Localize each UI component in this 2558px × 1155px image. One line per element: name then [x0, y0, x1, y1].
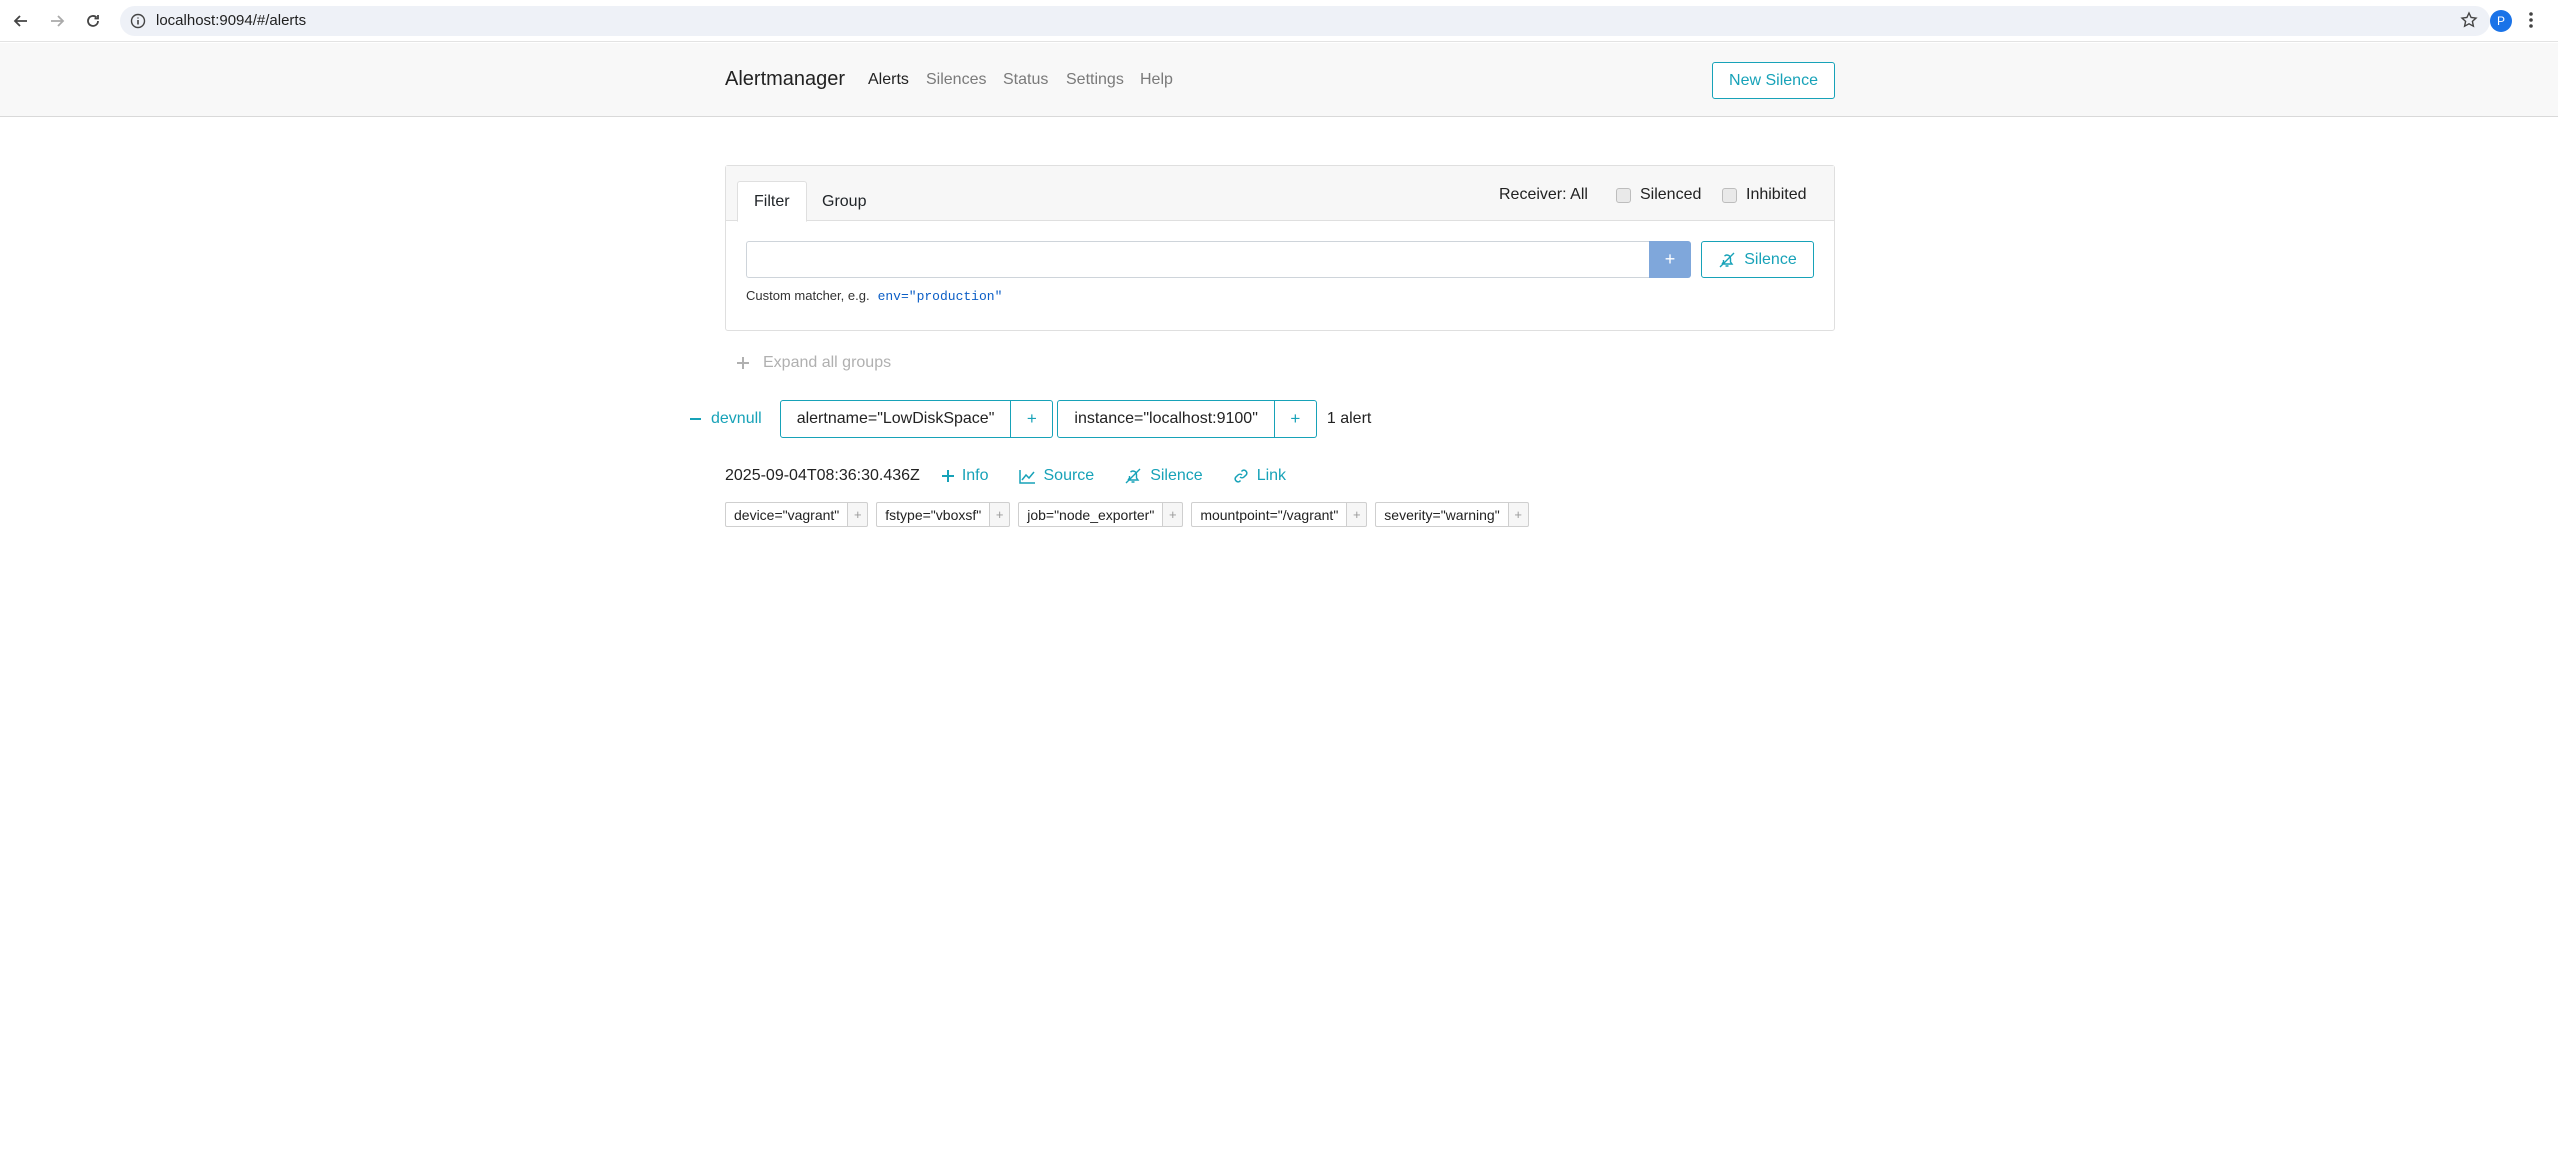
minus-icon [690, 418, 701, 420]
label-text[interactable]: job="node_exporter" [1018, 502, 1164, 527]
app-navbar: Alertmanager Alerts Silences Status Sett… [0, 43, 2558, 117]
back-icon[interactable] [10, 10, 32, 32]
label-tag-mountpoint: mountpoint="/vagrant" + [1191, 502, 1368, 527]
silence-alert-button[interactable]: Silence [1124, 467, 1203, 485]
alert-group-header: devnull alertname="LowDiskSpace" + insta… [690, 400, 1371, 438]
matcher-label[interactable]: instance="localhost:9100" [1057, 400, 1275, 438]
add-label-plus[interactable]: + [1347, 502, 1368, 527]
nav-help[interactable]: Help [1140, 71, 1173, 89]
link-label: Link [1256, 467, 1287, 484]
link-icon [1234, 469, 1248, 483]
matcher-label[interactable]: alertname="LowDiskSpace" [779, 400, 1012, 438]
label-tag-device: device="vagrant" + [725, 502, 869, 527]
source-label: Source [1043, 467, 1095, 484]
expand-all-groups[interactable]: Expand all groups [737, 354, 891, 372]
browser-menu-icon[interactable] [2528, 9, 2534, 36]
matcher-hint: Custom matcher, e.g. env="production" [746, 288, 1002, 304]
label-text[interactable]: mountpoint="/vagrant" [1191, 502, 1348, 527]
nav-settings[interactable]: Settings [1066, 71, 1124, 89]
chart-line-icon [1018, 469, 1035, 484]
nav-silences[interactable]: Silences [926, 71, 986, 89]
silence-bell-slash-icon [1719, 252, 1735, 267]
label-tag-fstype: fstype="vboxsf" + [876, 502, 1011, 527]
label-tag-job: job="node_exporter" + [1018, 502, 1184, 527]
tab-filter[interactable]: Filter [737, 181, 807, 222]
add-label-plus[interactable]: + [990, 502, 1011, 527]
plus-icon [737, 357, 749, 369]
info-button[interactable]: Info [941, 467, 989, 485]
label-text[interactable]: fstype="vboxsf" [876, 502, 991, 527]
expand-all-label: Expand all groups [763, 354, 892, 371]
add-matcher-plus[interactable]: + [1274, 400, 1317, 438]
new-silence-button[interactable]: New Silence [1712, 62, 1835, 99]
collapse-group-toggle[interactable]: devnull [690, 410, 762, 428]
silence-alert-label: Silence [1150, 467, 1203, 484]
filter-card-header: Filter Group Receiver: All Silenced Inhi… [726, 166, 1834, 222]
bookmark-star-icon[interactable] [2460, 11, 2478, 34]
add-label-plus[interactable]: + [1508, 502, 1529, 527]
url-text: localhost:9094/#/alerts [156, 12, 307, 29]
group-matcher-alertname: alertname="LowDiskSpace" + [779, 400, 1054, 438]
label-text[interactable]: severity="warning" [1375, 502, 1509, 527]
bell-slash-icon [1125, 468, 1141, 484]
silenced-label: Silenced [1640, 186, 1702, 203]
matcher-hint-text: Custom matcher, e.g. [746, 288, 870, 303]
browser-toolbar: localhost:9094/#/alerts P [0, 0, 2558, 42]
info-label: Info [961, 467, 989, 484]
add-label-plus[interactable]: + [1163, 502, 1184, 527]
label-tag-severity: severity="warning" + [1375, 502, 1529, 527]
reload-icon[interactable] [82, 10, 104, 32]
inhibited-checkbox[interactable] [1722, 187, 1737, 203]
alert-count: 1 alert [1326, 410, 1372, 427]
nav-status[interactable]: Status [1003, 71, 1048, 89]
add-label-plus[interactable]: + [848, 502, 869, 527]
source-link[interactable]: Source [1018, 467, 1095, 485]
tab-group[interactable]: Group [806, 181, 882, 222]
alert-item: 2025-09-04T08:36:30.436Z Info Source Sil… [725, 463, 1316, 489]
silence-filter-label: Silence [1744, 250, 1797, 268]
label-text[interactable]: device="vagrant" [725, 502, 849, 527]
nav-alerts[interactable]: Alerts [868, 71, 909, 89]
profile-avatar[interactable]: P [2490, 10, 2512, 32]
inhibited-label: Inhibited [1746, 186, 1807, 203]
add-matcher-plus[interactable]: + [1011, 400, 1054, 438]
filter-card: Filter Group Receiver: All Silenced Inhi… [725, 165, 1835, 331]
matcher-input[interactable] [746, 241, 1649, 278]
silenced-toggle[interactable]: Silenced [1616, 186, 1701, 204]
group-matcher-instance: instance="localhost:9100" + [1057, 400, 1317, 438]
forward-icon[interactable] [46, 10, 68, 32]
silence-filter-button[interactable]: Silence [1701, 241, 1814, 278]
link-button[interactable]: Link [1233, 467, 1286, 485]
address-bar[interactable]: localhost:9094/#/alerts [120, 6, 2490, 36]
inhibited-toggle[interactable]: Inhibited [1722, 186, 1807, 204]
alert-timestamp: 2025-09-04T08:36:30.436Z [725, 467, 920, 484]
silenced-checkbox[interactable] [1616, 187, 1631, 203]
brand-logo-text[interactable]: Alertmanager [725, 68, 845, 91]
site-info-icon[interactable] [130, 13, 146, 34]
receiver-name: devnull [711, 410, 762, 427]
add-matcher-button[interactable]: + [1649, 241, 1691, 278]
matcher-hint-example: env="production" [877, 289, 1003, 304]
alert-labels: device="vagrant" + fstype="vboxsf" + job… [725, 502, 1529, 527]
receiver-dropdown[interactable]: Receiver: All [1499, 186, 1588, 204]
plus-icon [941, 470, 954, 482]
